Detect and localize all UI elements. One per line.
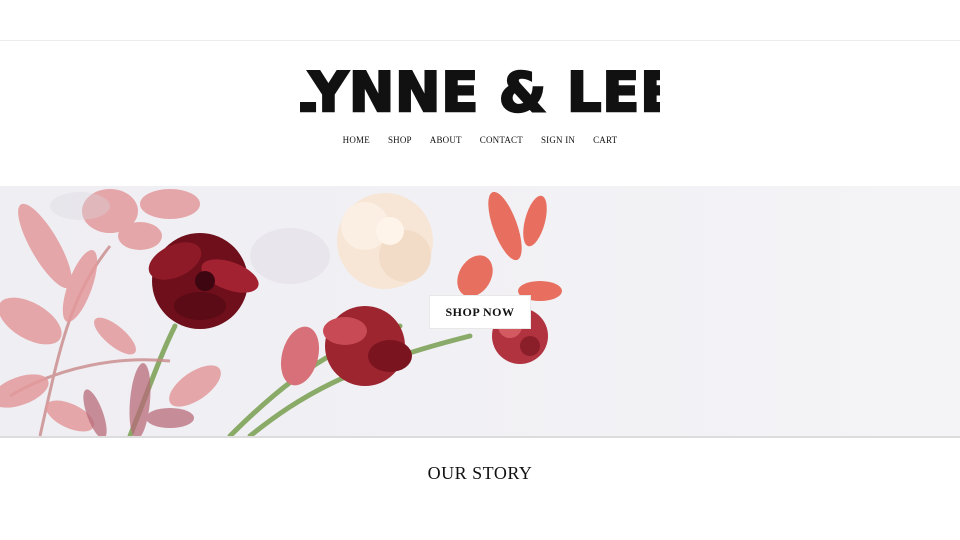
shop-now-button[interactable]: SHOP NOW [430, 296, 530, 328]
nav-cart[interactable]: CART [593, 135, 617, 145]
nav-home[interactable]: HOME [343, 135, 370, 145]
nav-about[interactable]: ABOUT [430, 135, 462, 145]
brand-name: LYNNE & LEE [300, 61, 660, 124]
brand-logo-wordmark: LYNNE & LEE [300, 60, 660, 126]
hero-banner: SHOP NOW [0, 186, 960, 438]
nav-contact[interactable]: CONTACT [480, 135, 523, 145]
our-story-heading: OUR STORY [427, 463, 533, 483]
brand-logo[interactable]: LYNNE & LEE [0, 59, 960, 127]
main-nav: HOME SHOP ABOUT CONTACT SIGN IN CART [0, 135, 960, 145]
site-header: LYNNE & LEE HOME SHOP ABOUT CONTACT SIGN… [0, 41, 960, 185]
nav-sign-in[interactable]: SIGN IN [541, 135, 575, 145]
nav-shop[interactable]: SHOP [388, 135, 412, 145]
top-bar [0, 0, 960, 41]
